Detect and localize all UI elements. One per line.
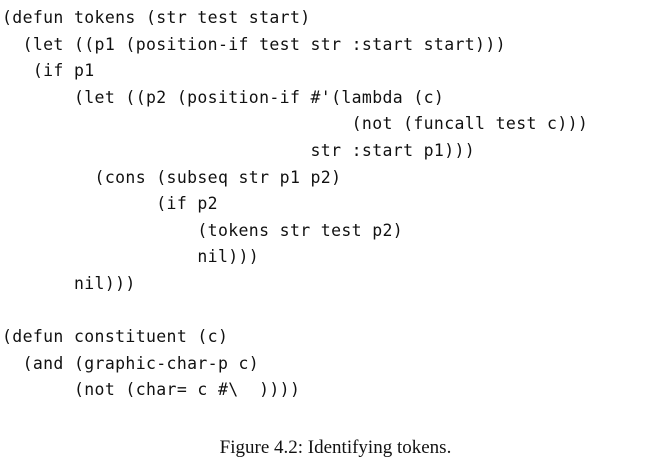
code-line-13: (defun constituent (c) [2,327,229,347]
code-line-6: str :start p1))) [2,140,476,160]
code-line-2: (let ((p1 (position-if test str :start s… [2,34,506,54]
code-line-7: (cons (subseq str p1 p2) [2,167,342,187]
code-line-11: nil))) [2,273,136,293]
code-line-1: (defun tokens (str test start) [2,8,311,27]
document-page: (defun tokens (str test start) (let ((p1… [0,0,671,472]
code-line-10: nil))) [2,247,260,267]
code-line-4: (let ((p2 (position-if #'(lambda (c) [2,87,445,107]
code-line-3: (if p1 [2,61,95,81]
code-line-9: (tokens str test p2) [2,220,404,240]
code-line-14: (and (graphic-char-p c) [2,353,260,373]
code-line-5: (not (funcall test c))) [2,114,589,134]
code-line-8: (if p2 [2,194,218,214]
figure-caption: Figure 4.2: Identifying tokens. [219,437,452,458]
code-line-15: (not (char= c #\ )))) [2,380,301,400]
lisp-code-listing: (defun tokens (str test start) (let ((p1… [2,5,669,404]
